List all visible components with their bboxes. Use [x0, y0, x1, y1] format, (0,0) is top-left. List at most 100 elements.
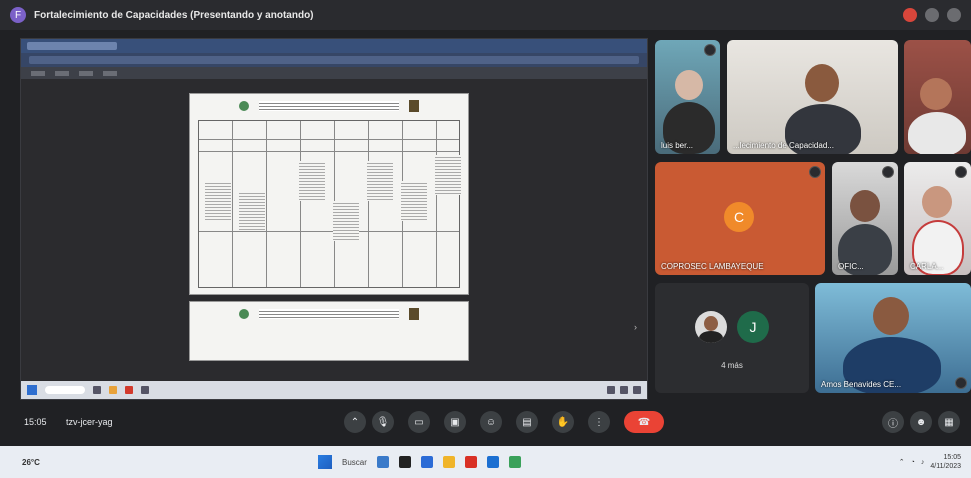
participant-avatar: C: [724, 202, 754, 232]
table-cell: [401, 181, 427, 221]
title-bar: F Fortalecimiento de Capacidades (Presen…: [0, 0, 971, 30]
present-button[interactable]: ▣: [444, 411, 466, 433]
participant-tile[interactable]: J 4 más: [655, 283, 809, 393]
participant-tile[interactable]: ...lecimiento de Capacidad...: [727, 40, 898, 154]
mic-button[interactable]: 🎙: [372, 411, 394, 433]
more-options-button[interactable]: ⋮: [588, 411, 610, 433]
windows-taskbar: 26°C Buscar ⌃ ◔ ♪ 15:05 4/11/2023: [0, 446, 971, 478]
clock-time: 15:05: [943, 454, 961, 461]
hang-up-button[interactable]: ☎: [624, 411, 664, 433]
folder-icon[interactable]: [442, 456, 455, 468]
wifi-icon[interactable]: ◔: [911, 459, 915, 466]
page-header: [190, 94, 468, 118]
participant-name: COPROSEC LAMBAYEQUE: [661, 262, 764, 271]
shared-screen: [20, 38, 648, 400]
camera-button[interactable]: ▭: [408, 411, 430, 433]
taskbar-search[interactable]: Buscar: [342, 458, 367, 467]
participant-avatar: [704, 316, 718, 331]
app-icon: [109, 386, 117, 394]
header-text: [259, 309, 399, 319]
table-row-divider: [199, 231, 459, 232]
meeting-time: 15:05: [24, 417, 47, 427]
participant-avatar: J: [737, 311, 769, 343]
tray-icon: [607, 386, 615, 394]
app-icon[interactable]: [420, 456, 433, 468]
captions-button[interactable]: ▤: [516, 411, 538, 433]
window-title: Fortalecimiento de Capacidades (Presenta…: [34, 9, 314, 21]
pdf-toolbar: [21, 67, 647, 79]
system-tray: ⌃ ◔ ♪ 15:05 4/11/2023: [899, 453, 961, 471]
browser-tab-bar: [21, 39, 647, 53]
mic-off-icon: [955, 166, 967, 178]
chevron-right-icon[interactable]: ›: [634, 322, 637, 332]
activities-icon[interactable]: ▦: [938, 411, 960, 433]
participant-tile[interactable]: [904, 40, 971, 154]
raise-hand-button[interactable]: ✋: [552, 411, 574, 433]
meeting-controls: 15:05 tzv-jcer-yag ⌃ 🎙 ▭ ▣ ☺ ▤ ✋ ⋮ ☎ ⓘ ☻…: [0, 405, 971, 439]
header-text: [259, 101, 399, 111]
user-avatar[interactable]: [947, 8, 961, 22]
chevron-up-icon[interactable]: ⌃: [344, 411, 366, 433]
app-icon: [125, 386, 133, 394]
meeting-code: tzv-jcer-yag: [66, 417, 113, 427]
participant-tile[interactable]: C COPROSEC LAMBAYEQUE: [655, 162, 825, 275]
pdf-tool[interactable]: [79, 70, 93, 76]
chrome-icon[interactable]: [508, 456, 521, 468]
info-icon[interactable]: ⓘ: [882, 411, 904, 433]
table-row-divider: [199, 139, 459, 140]
participant-tile[interactable]: CARLA...: [904, 162, 971, 275]
app-icon[interactable]: [464, 456, 477, 468]
windows-start-icon[interactable]: [318, 455, 332, 469]
participant-tile[interactable]: luis ber...: [655, 40, 720, 154]
mic-icon: [955, 377, 967, 389]
reactions-button[interactable]: ☺: [480, 411, 502, 433]
document-page: [189, 93, 469, 295]
record-icon[interactable]: [903, 8, 917, 22]
table-cell: [239, 191, 265, 231]
browser-address-bar: [21, 53, 647, 67]
participant-video: [873, 297, 909, 335]
people-icon[interactable]: ☻: [910, 411, 932, 433]
participant-video: [675, 70, 703, 100]
pdf-viewer[interactable]: [21, 79, 647, 381]
participant-tile[interactable]: OFIC...: [832, 162, 898, 275]
table-cell: [205, 181, 231, 221]
account-icon[interactable]: [925, 8, 939, 22]
pdf-tool[interactable]: [55, 70, 69, 76]
participant-name: luis ber...: [661, 141, 694, 150]
participant-name: ...lecimiento de Capacidad...: [733, 141, 834, 150]
app-icon: [93, 386, 101, 394]
mic-off-icon: [809, 166, 821, 178]
pdf-menu-icon[interactable]: [31, 70, 45, 76]
mic-off-icon: [704, 44, 716, 56]
weather-widget[interactable]: 26°C: [22, 458, 40, 467]
participant-name: CARLA...: [910, 262, 944, 271]
participant-avatar: [699, 331, 723, 343]
participant-avatar: [695, 311, 727, 343]
weather-temp: 26°C: [22, 457, 40, 467]
logo-icon: [239, 101, 249, 111]
pdf-tool[interactable]: [103, 70, 117, 76]
tray-icon: [633, 386, 641, 394]
table-row-divider: [199, 151, 459, 152]
clock[interactable]: 15:05 4/11/2023: [930, 453, 961, 471]
app-icon[interactable]: [486, 456, 499, 468]
participant-tile[interactable]: Amos Benavides CE...: [815, 283, 971, 393]
table-cell: [333, 201, 359, 241]
page-header: [190, 302, 468, 326]
participant-video: [908, 112, 966, 154]
crest-icon: [409, 308, 419, 320]
url-field[interactable]: [29, 56, 639, 64]
chevron-up-icon[interactable]: ⌃: [899, 458, 905, 466]
participant-video: [920, 78, 952, 110]
app-icon[interactable]: [398, 456, 411, 468]
participant-video: [922, 186, 952, 218]
app-icon[interactable]: [376, 456, 389, 468]
shared-tray: [607, 386, 641, 394]
search-box: [45, 386, 85, 394]
table-cell: [299, 161, 325, 201]
volume-icon[interactable]: ♪: [921, 459, 925, 466]
title-bar-actions: [903, 8, 961, 22]
browser-tab[interactable]: [27, 42, 117, 50]
tray-icon: [620, 386, 628, 394]
